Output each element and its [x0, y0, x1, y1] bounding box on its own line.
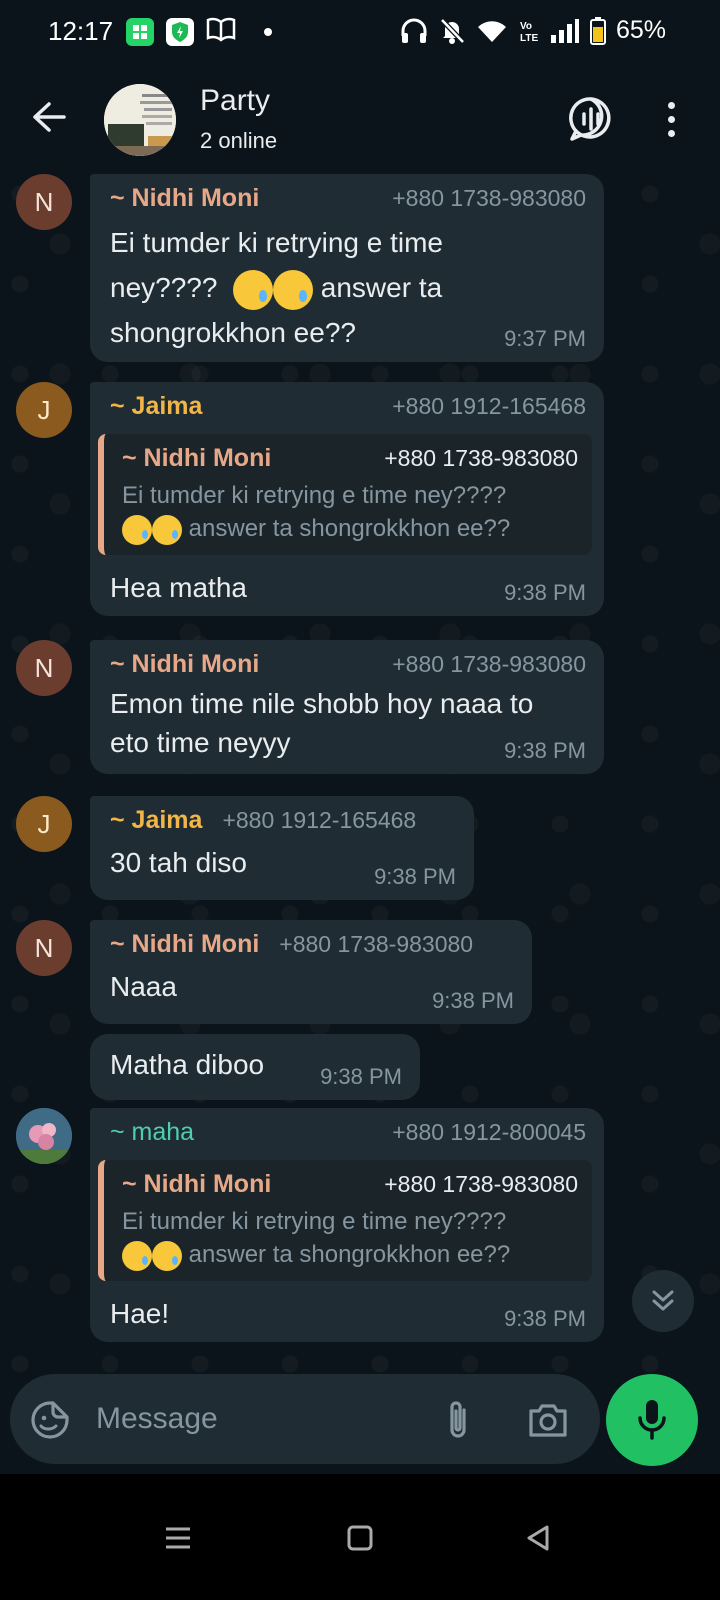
battery-percent: 65%: [615, 16, 666, 44]
message-time: 9:38 PM: [320, 1064, 402, 1089]
quoted-text: Ei tumder ki retrying e time ney???? ans…: [122, 479, 578, 545]
book-icon: [206, 16, 236, 47]
more-options-button[interactable]: [656, 94, 686, 144]
headphones-icon: [401, 18, 427, 43]
message-bubble[interactable]: ~ Jaima +880 1912-165468 30 tah diso 9:3…: [90, 796, 474, 900]
system-nav-bar: [0, 1474, 720, 1600]
chat-header: Party 2 online: [0, 64, 720, 174]
mute-icon: [440, 17, 465, 44]
scroll-to-bottom-button[interactable]: [632, 1270, 694, 1332]
message-list[interactable]: N ~ Nidhi Moni +880 1738-983080 Ei tumde…: [0, 174, 720, 1398]
microphone-icon: [638, 1400, 666, 1440]
message-time: 9:38 PM: [504, 580, 586, 605]
quoted-message[interactable]: ~ Nidhi Moni +880 1738-983080 Ei tumder …: [98, 434, 592, 555]
triangle-back-icon: [527, 1525, 549, 1551]
message-time: 9:38 PM: [504, 738, 586, 763]
avatar[interactable]: [16, 1108, 72, 1164]
sender-phone: +880 1738-983080: [392, 651, 586, 677]
sender-name[interactable]: ~ Nidhi Moni: [110, 184, 259, 213]
sender-phone: +880 1912-800045: [392, 1119, 586, 1145]
message-time: 9:38 PM: [432, 988, 514, 1013]
svg-text:LTE: LTE: [520, 33, 538, 44]
signal-icon: [550, 18, 579, 43]
crying-emoji: [152, 1240, 182, 1271]
sender-phone: +880 1738-983080: [392, 185, 586, 211]
message-bubble[interactable]: ~ Nidhi Moni +880 1738-983080 Ei tumder …: [90, 174, 604, 362]
sender-name[interactable]: ~ maha: [110, 1118, 194, 1147]
back-button[interactable]: [24, 92, 74, 142]
quoted-message[interactable]: ~ Nidhi Moni +880 1738-983080 Ei tumder …: [98, 1160, 592, 1281]
home-button[interactable]: [330, 1508, 390, 1568]
wifi-icon: [477, 20, 506, 42]
sender-name[interactable]: ~ Nidhi Moni: [110, 650, 259, 679]
sender-name[interactable]: ~ Jaima: [110, 392, 202, 421]
voice-record-button[interactable]: [606, 1374, 698, 1466]
message-bubble[interactable]: Matha diboo 9:38 PM: [90, 1034, 420, 1100]
message-time: 9:38 PM: [504, 1306, 586, 1331]
message-composer: [10, 1374, 600, 1464]
crying-emoji: [273, 269, 313, 310]
sender-name[interactable]: ~ Nidhi Moni: [110, 930, 259, 959]
sticker-icon[interactable]: [30, 1400, 70, 1440]
quoted-text: Ei tumder ki retrying e time ney???? ans…: [122, 1205, 578, 1271]
attach-icon[interactable]: [440, 1398, 476, 1442]
crying-emoji: [233, 269, 273, 310]
message-bubble[interactable]: ~ Nidhi Moni +880 1738-983080 Emon time …: [90, 640, 604, 774]
battery-icon: [589, 16, 606, 45]
svg-text:Vo: Vo: [520, 21, 532, 32]
message-bubble[interactable]: ~ Nidhi Moni +880 1738-983080 Naaa 9:38 …: [90, 920, 532, 1024]
quoted-phone: +880 1738-983080: [384, 1171, 578, 1197]
avatar[interactable]: N: [16, 174, 72, 230]
volte-icon: VoLTE: [520, 21, 538, 44]
back-arrow-icon: [33, 102, 66, 132]
message-bubble[interactable]: ~ maha +880 1912-800045 ~ Nidhi Moni +88…: [90, 1108, 604, 1342]
avatar[interactable]: J: [16, 382, 72, 438]
sender-phone: +880 1912-165468: [222, 807, 417, 833]
shield-icon: [166, 17, 194, 46]
message-time: 9:38 PM: [374, 864, 456, 889]
group-avatar[interactable]: [104, 84, 176, 156]
quoted-sender: ~ Nidhi Moni: [122, 1170, 272, 1198]
message-input[interactable]: [96, 1394, 416, 1444]
square-icon: [347, 1525, 373, 1551]
message-bubble[interactable]: ~ Jaima +880 1912-165468 ~ Nidhi Moni +8…: [90, 382, 604, 616]
crying-emoji: [122, 514, 152, 545]
double-chevron-down-icon: [652, 1290, 674, 1311]
notification-dot: [264, 27, 272, 36]
status-time: 12:17: [48, 16, 114, 46]
back-nav-button[interactable]: [508, 1508, 568, 1568]
chat-title[interactable]: Party: [200, 84, 270, 118]
online-status: 2 online: [200, 128, 278, 153]
avatar[interactable]: N: [16, 920, 72, 976]
menu-icon: [166, 1527, 190, 1549]
avatar[interactable]: N: [16, 640, 72, 696]
app-icon: [126, 17, 154, 46]
recents-button[interactable]: [148, 1508, 208, 1568]
sender-phone: +880 1912-165468: [392, 393, 586, 419]
crying-emoji: [122, 1240, 152, 1271]
sender-name[interactable]: ~ Jaima: [110, 806, 202, 835]
status-bar: 12:17 Vo LTE 65%: [0, 0, 720, 64]
crying-emoji: [152, 514, 182, 545]
message-time: 9:37 PM: [504, 326, 586, 351]
camera-icon[interactable]: [526, 1398, 570, 1442]
voice-chat-icon: [569, 97, 611, 141]
quoted-phone: +880 1738-983080: [384, 445, 578, 471]
quoted-sender: ~ Nidhi Moni: [122, 444, 272, 472]
sender-phone: +880 1738-983080: [279, 931, 474, 957]
avatar[interactable]: J: [16, 796, 72, 852]
voice-chat-button[interactable]: [566, 94, 616, 144]
